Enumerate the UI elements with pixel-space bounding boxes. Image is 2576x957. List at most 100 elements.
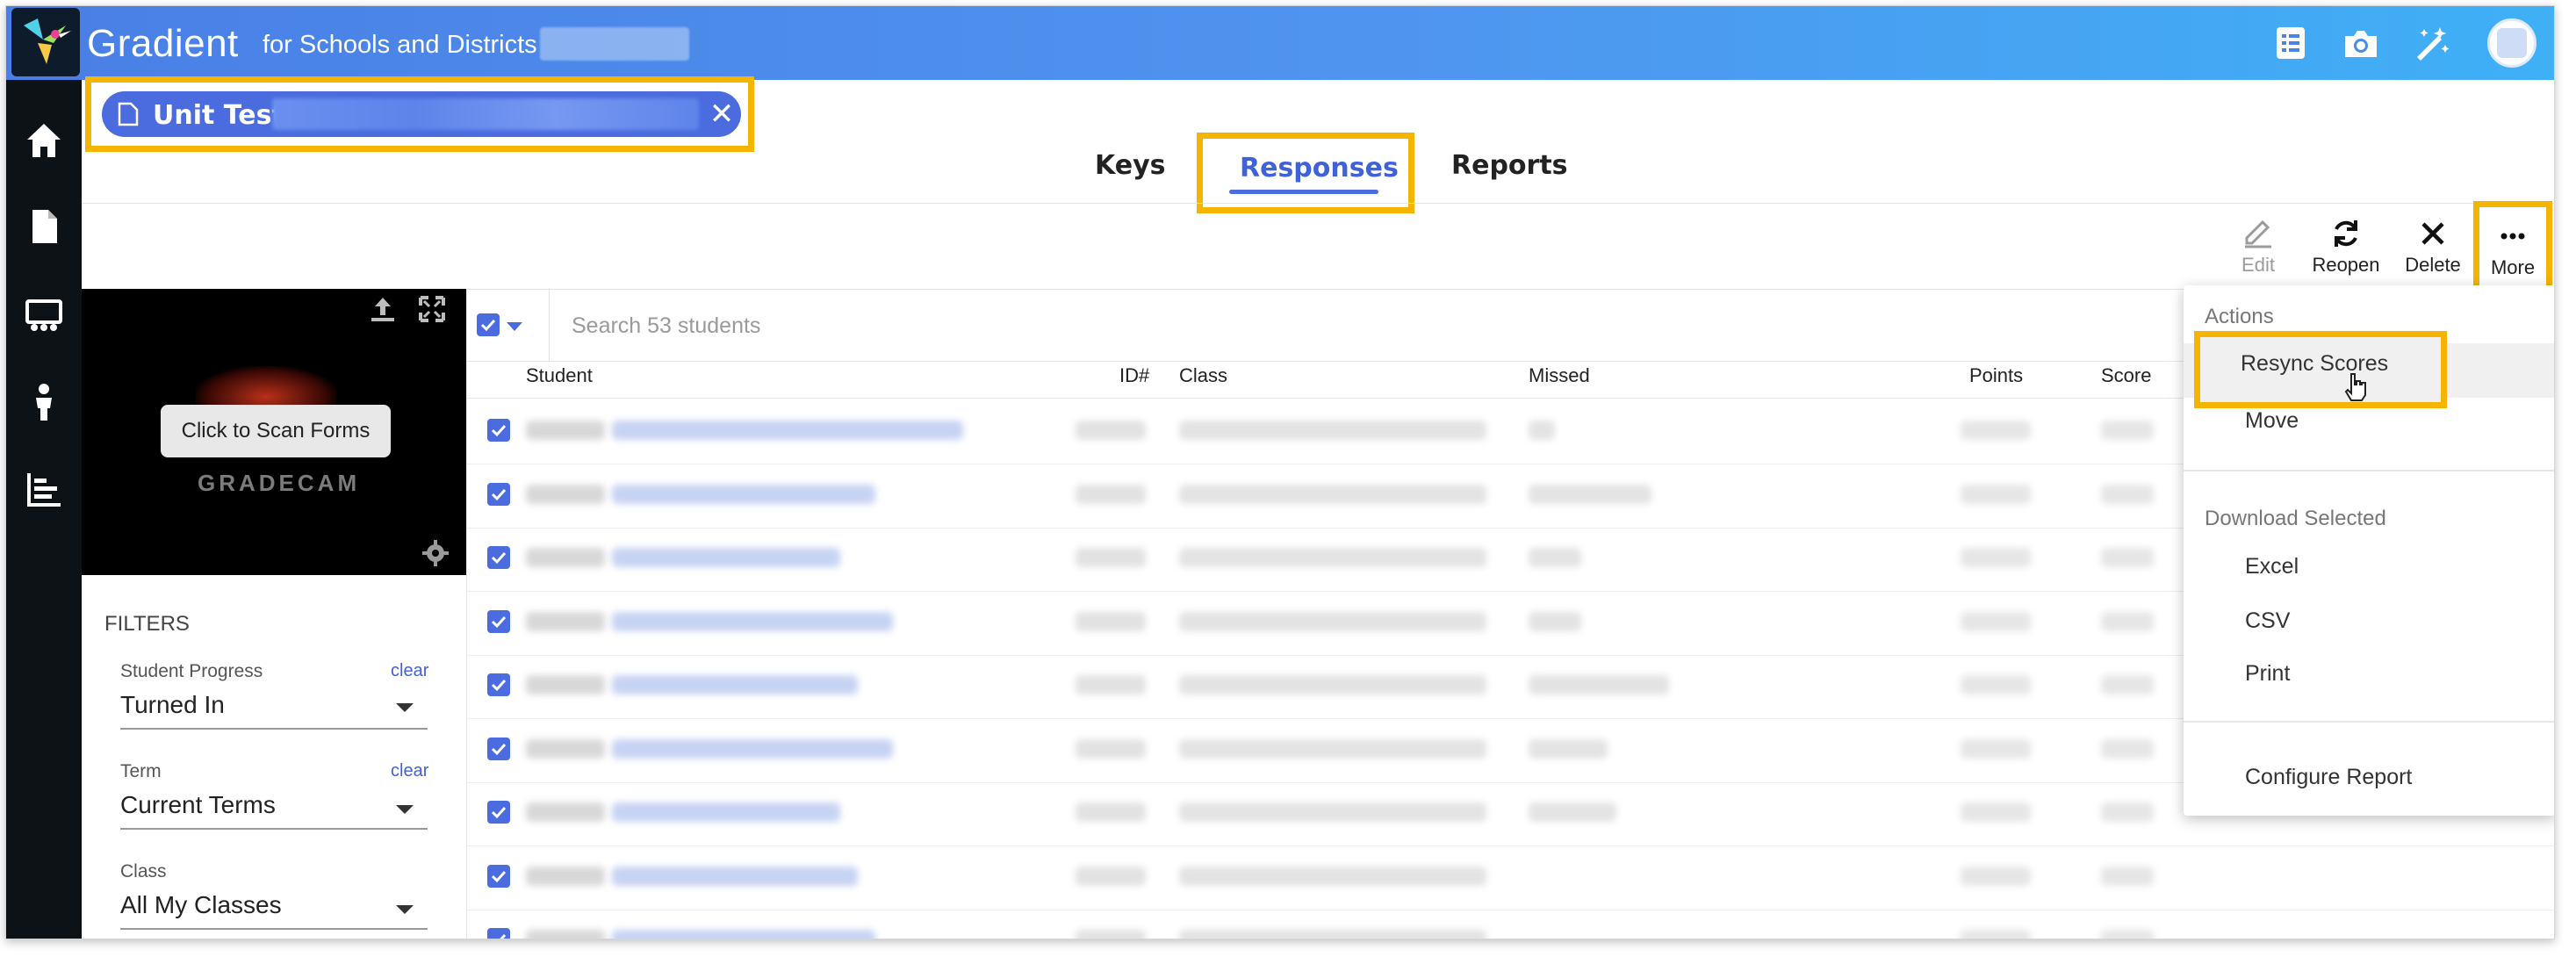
redacted-student-id: [526, 867, 605, 886]
redacted-points: [1961, 867, 2031, 886]
document-icon[interactable]: [24, 206, 64, 247]
column-header-missed[interactable]: Missed: [1529, 364, 1590, 387]
redacted-points: [1961, 739, 2031, 759]
chevron-down-icon[interactable]: [507, 322, 522, 331]
student-progress-select[interactable]: Turned In: [120, 691, 225, 719]
redacted-missed: [1529, 421, 1555, 440]
redacted-class: [1179, 739, 1486, 759]
column-header-id[interactable]: ID#: [1119, 364, 1149, 387]
column-header-score[interactable]: Score: [2101, 364, 2151, 387]
redacted-score: [2101, 930, 2154, 939]
menu-header-download: Download Selected: [2205, 507, 2386, 530]
row-checkbox[interactable]: [487, 546, 510, 569]
gradecam-brand: GRADECAM: [198, 470, 361, 496]
student-progress-label: Student Progress: [120, 661, 263, 681]
chevron-down-icon[interactable]: [396, 905, 414, 914]
close-icon[interactable]: ✕: [706, 97, 738, 132]
redacted-student-id: [526, 485, 605, 504]
search-input[interactable]: Search 53 students: [572, 313, 760, 339]
scan-forms-button[interactable]: Click to Scan Forms: [161, 405, 391, 457]
class-label: Class: [120, 861, 167, 881]
divider: [82, 203, 2554, 204]
fullscreen-icon[interactable]: [417, 294, 447, 324]
list-icon[interactable]: [2271, 24, 2310, 62]
tab-keys[interactable]: Keys: [1095, 150, 1165, 181]
redacted-id: [1076, 421, 1146, 440]
divider: [2184, 470, 2554, 471]
redacted-id: [1076, 548, 1146, 567]
redacted-score: [2101, 485, 2154, 504]
chevron-down-icon[interactable]: [396, 703, 414, 712]
redacted-class: [1179, 421, 1486, 440]
redacted-missed: [1529, 802, 1616, 822]
tab-reports[interactable]: Reports: [1451, 150, 1568, 181]
menu-item-print[interactable]: Print: [2245, 661, 2290, 687]
test-chip[interactable]: Unit Test ✕: [102, 91, 741, 137]
delete-label: Delete: [2405, 254, 2461, 276]
term-clear[interactable]: clear: [391, 761, 428, 781]
redacted-points: [1961, 421, 2031, 440]
redacted-score: [2101, 548, 2154, 567]
tab-responses[interactable]: Responses: [1197, 133, 1414, 213]
gear-icon[interactable]: [421, 538, 450, 568]
active-tab-indicator: [1229, 190, 1378, 194]
column-header-student[interactable]: Student: [526, 364, 593, 387]
row-checkbox[interactable]: [487, 801, 510, 824]
delete-button[interactable]: Delete: [2398, 217, 2468, 277]
edit-label: Edit: [2241, 254, 2275, 276]
menu-item-configure-report[interactable]: Configure Report: [2245, 765, 2412, 790]
menu-item-move[interactable]: Move: [2245, 408, 2299, 434]
redacted-class: [1179, 675, 1486, 694]
redacted-school-name: [540, 27, 689, 61]
divider: [2184, 721, 2554, 723]
magic-wand-icon[interactable]: [2412, 24, 2450, 62]
student-icon[interactable]: [24, 382, 64, 422]
menu-header-actions: Actions: [2205, 305, 2274, 328]
chevron-down-icon[interactable]: [396, 805, 414, 814]
more-button[interactable]: More: [2473, 201, 2552, 296]
edit-button[interactable]: Edit: [2227, 217, 2289, 277]
redacted-class: [1179, 930, 1486, 939]
underline: [120, 828, 428, 830]
menu-item-resync-scores[interactable]: Resync Scores: [2194, 331, 2447, 408]
row-checkbox[interactable]: [487, 610, 510, 633]
chart-icon[interactable]: [24, 470, 64, 510]
term-select[interactable]: Current Terms: [120, 791, 276, 819]
class-select[interactable]: All My Classes: [120, 891, 282, 919]
student-progress-clear[interactable]: clear: [391, 661, 428, 681]
redacted-id: [1076, 930, 1146, 939]
more-label: More: [2490, 256, 2536, 278]
menu-item-excel[interactable]: Excel: [2245, 554, 2299, 579]
redacted-id: [1076, 739, 1146, 759]
left-nav-rail: [6, 80, 82, 939]
redacted-points: [1961, 802, 2031, 822]
pointer-hand-icon: [2344, 373, 2366, 401]
redacted-class: [1179, 612, 1486, 631]
camera-icon[interactable]: [2342, 24, 2380, 62]
more-dots-icon: [2500, 233, 2525, 240]
row-checkbox[interactable]: [487, 673, 510, 696]
row-checkbox[interactable]: [487, 865, 510, 888]
reopen-button[interactable]: Reopen: [2306, 217, 2385, 277]
row-checkbox[interactable]: [487, 419, 510, 442]
redacted-points: [1961, 485, 2031, 504]
test-chip-label: Unit Test: [153, 100, 284, 131]
home-icon[interactable]: [24, 120, 64, 161]
row-checkbox[interactable]: [487, 483, 510, 506]
column-header-class[interactable]: Class: [1179, 364, 1227, 387]
menu-item-csv[interactable]: CSV: [2245, 608, 2290, 634]
hummingbird-logo-icon[interactable]: [11, 8, 80, 76]
redacted-score: [2101, 675, 2154, 694]
redacted-points: [1961, 612, 2031, 631]
row-checkbox[interactable]: [487, 928, 510, 939]
avatar[interactable]: [2487, 18, 2536, 68]
column-header-points[interactable]: Points: [1969, 364, 2023, 387]
classroom-icon[interactable]: [24, 296, 64, 336]
redacted-student-id: [526, 802, 605, 822]
upload-icon[interactable]: [368, 294, 398, 324]
redacted-student-id: [526, 612, 605, 631]
tab-responses-label: Responses: [1240, 153, 1399, 183]
redacted-student-name: [612, 739, 893, 759]
row-checkbox[interactable]: [487, 738, 510, 760]
select-all-checkbox[interactable]: [477, 313, 500, 336]
